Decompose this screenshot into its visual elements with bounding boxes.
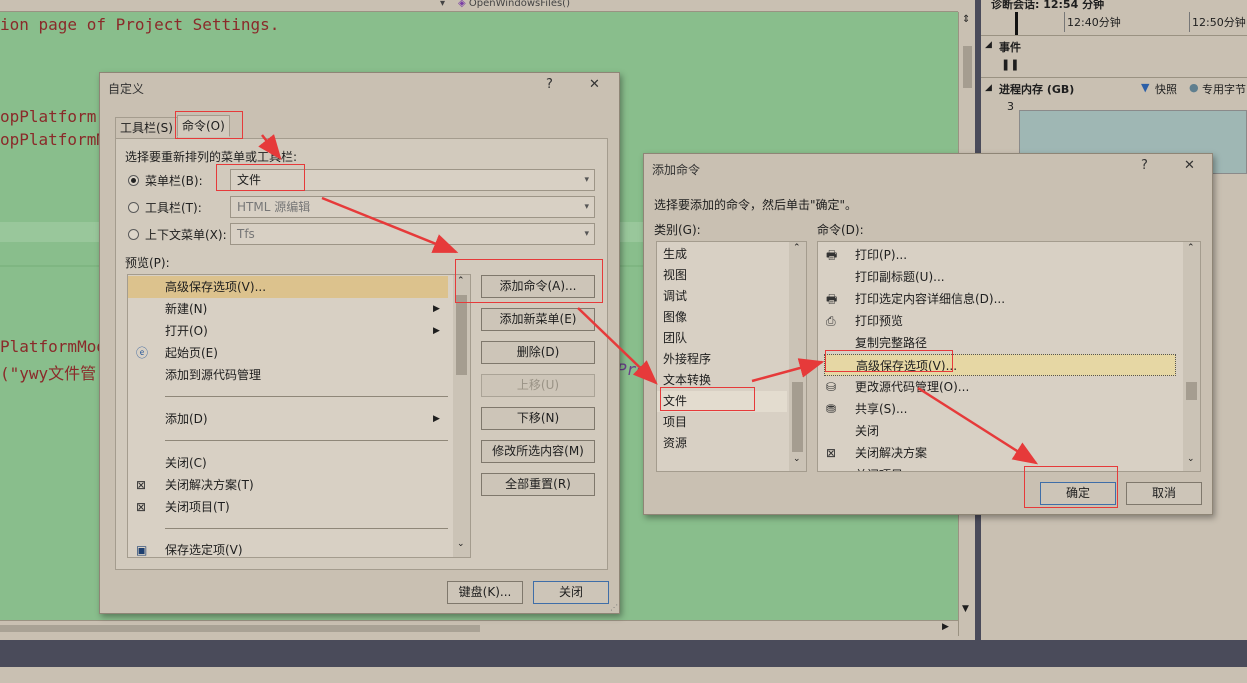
annotation-arrow: [917, 386, 1039, 465]
annotation-arrow: [577, 307, 658, 385]
tab-commands[interactable]: 命令(O): [177, 115, 230, 137]
annotation-arrow: [321, 196, 459, 254]
annotation-arrows: [258, 134, 1039, 465]
annotation-arrow: [751, 358, 825, 383]
annotation-arrow: [258, 134, 282, 160]
